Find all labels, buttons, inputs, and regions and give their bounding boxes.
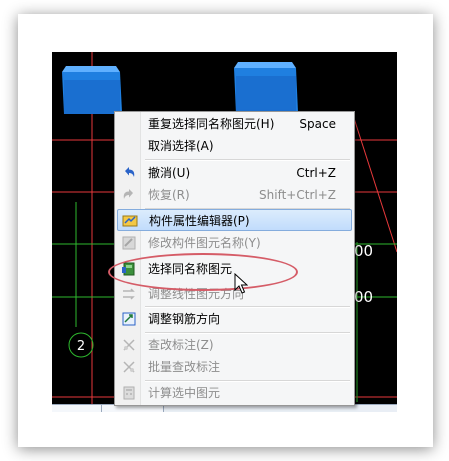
menu-item-shortcut: Ctrl+Z (296, 166, 336, 180)
menu-item-label: 调整钢筋方向 (148, 312, 221, 326)
dimension-label: 00 (354, 288, 373, 306)
menu-item-edit-annotation[interactable]: 查改标注(Z) (117, 334, 352, 356)
menu-item-label: 取消选择(A) (148, 139, 214, 153)
red-grid-line (351, 111, 397, 253)
menu-item-shortcut: Space (299, 117, 336, 131)
dimension-label: 00 (354, 242, 373, 260)
rebar-direction-icon (122, 312, 136, 326)
column-element (62, 66, 122, 114)
menu-item-label: 查改标注(Z) (148, 338, 214, 352)
rename-element-icon (122, 236, 136, 250)
adjust-direction-icon (123, 288, 135, 300)
batch-annotation-icon (123, 361, 135, 373)
menu-item-rename-element[interactable]: 修改构件图元名称(Y) (117, 232, 352, 254)
calculate-icon (123, 386, 135, 400)
redo-icon (123, 189, 133, 199)
status-cell (52, 405, 102, 412)
menu-item-batch-annotation[interactable]: 批量查改标注 (117, 356, 352, 378)
menu-item-cancel-select[interactable]: 取消选择(A) (117, 135, 352, 157)
undo-icon (125, 167, 135, 177)
menu-item-repeat-select[interactable]: 重复选择同名称图元(H) Space (117, 113, 352, 135)
highlight-ellipse (108, 253, 298, 291)
property-editor-icon (122, 215, 138, 227)
menu-item-label: 修改构件图元名称(Y) (148, 236, 261, 250)
menu-item-property-editor[interactable]: 构件属性编辑器(P) (117, 209, 352, 231)
menu-item-shortcut: Shift+Ctrl+Z (259, 188, 336, 202)
menu-item-label: 重复选择同名称图元(H) (148, 117, 275, 131)
menu-item-rebar-direction[interactable]: 调整钢筋方向 (117, 308, 352, 330)
menu-separator (145, 159, 350, 161)
menu-item-redo[interactable]: 恢复(R) Shift+Ctrl+Z (117, 184, 352, 206)
menu-item-label: 恢复(R) (148, 188, 190, 202)
menu-item-label: 批量查改标注 (148, 360, 221, 374)
column-element (234, 62, 298, 114)
axis-bubble-label: 2 (77, 339, 85, 354)
mouse-cursor-icon (234, 273, 248, 294)
menu-item-label: 撤消(U) (148, 166, 191, 180)
menu-item-undo[interactable]: 撤消(U) Ctrl+Z (117, 162, 352, 184)
menu-item-calculate[interactable]: 计算选中图元 (117, 382, 352, 404)
status-cell (102, 405, 164, 412)
edit-annotation-icon (123, 339, 135, 351)
menu-item-label: 计算选中图元 (148, 386, 221, 400)
menu-item-label: 构件属性编辑器(P) (149, 214, 250, 228)
